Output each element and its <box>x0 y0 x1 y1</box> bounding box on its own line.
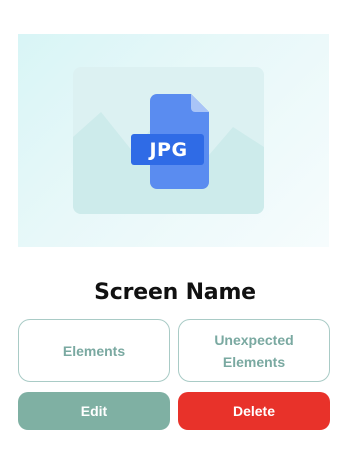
screen-card: JPG Screen Name Elements Unexpected Elem… <box>0 0 350 459</box>
unexpected-elements-card[interactable]: Unexpected Elements <box>178 319 330 382</box>
file-type-label: JPG <box>149 138 188 161</box>
edit-button[interactable]: Edit <box>18 392 170 430</box>
elements-card[interactable]: Elements <box>18 319 170 382</box>
screen-thumbnail[interactable]: JPG <box>18 34 329 247</box>
delete-button[interactable]: Delete <box>178 392 330 430</box>
screen-title: Screen Name <box>94 280 256 305</box>
